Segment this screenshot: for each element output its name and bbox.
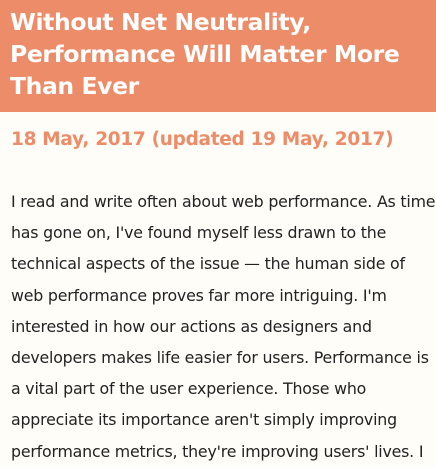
body-line: a vital part of the user experience. Tho… bbox=[11, 379, 367, 399]
article-title: Without Net Neutrality, Performance Will… bbox=[10, 8, 400, 100]
body-line: interested in how our actions as designe… bbox=[11, 316, 372, 336]
page-header: Without Net Neutrality, Performance Will… bbox=[0, 0, 436, 112]
body-line: web performance proves far more intrigui… bbox=[11, 285, 387, 305]
body-line: appreciate its importance aren't simply … bbox=[11, 410, 397, 430]
body-line: has gone on, I've found myself less draw… bbox=[11, 223, 387, 243]
body-line: developers makes life easier for users. … bbox=[11, 348, 429, 368]
body-line: technical aspects of the issue — the hum… bbox=[11, 254, 405, 274]
body-line: performance metrics, they're improving u… bbox=[11, 441, 424, 461]
body-line: I read and write often about web perform… bbox=[11, 192, 436, 211]
post-date: 18 May, 2017 (updated 19 May, 2017) bbox=[11, 129, 394, 150]
